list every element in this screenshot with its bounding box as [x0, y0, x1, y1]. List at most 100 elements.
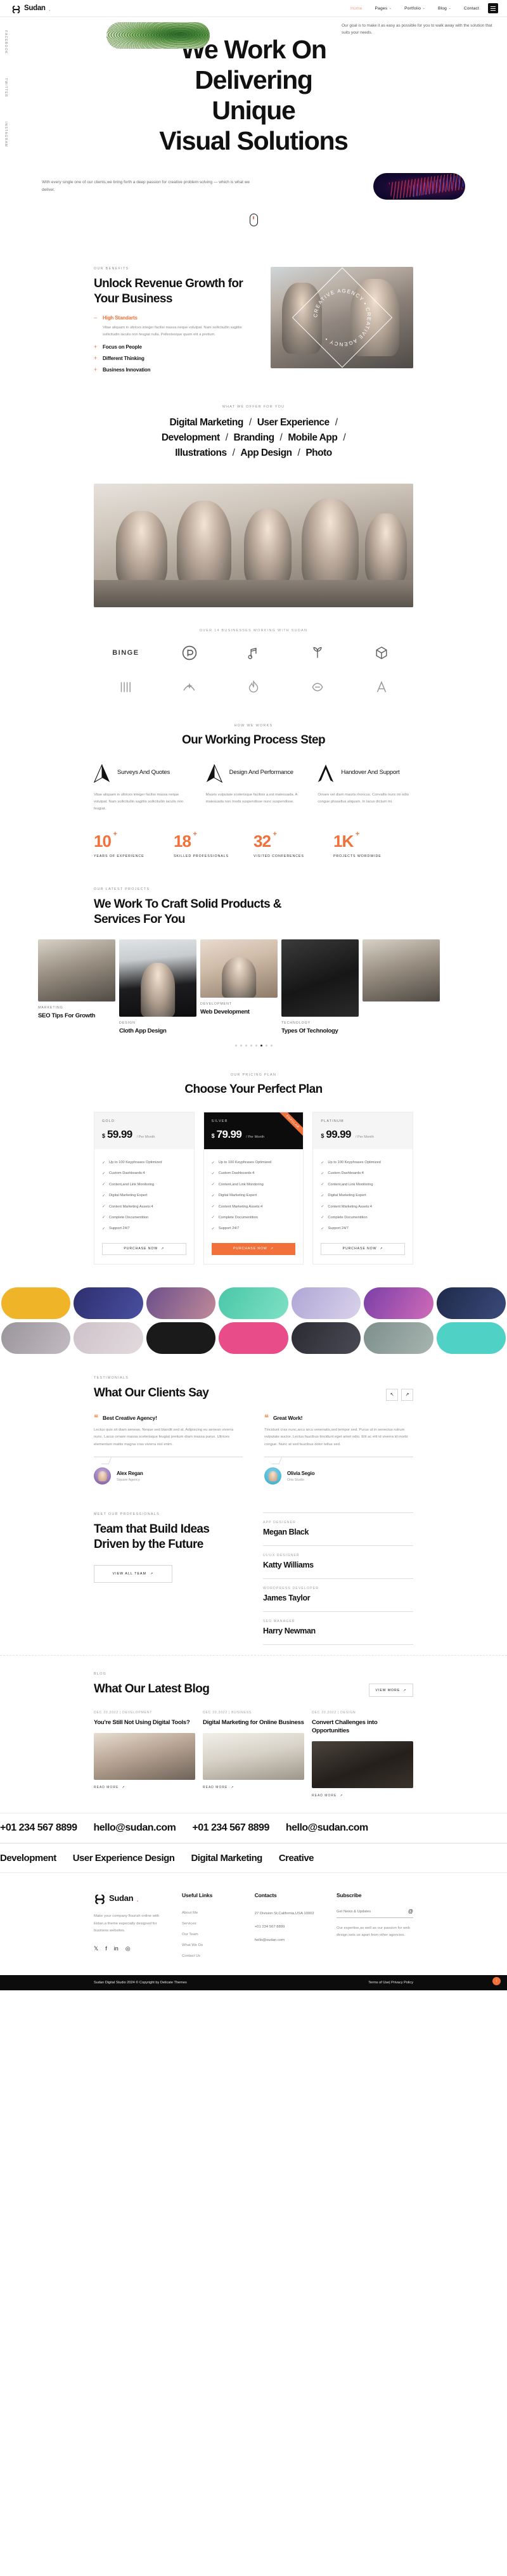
brands-eyebrow: OVER 14 BUSINESSES WORKING WITH SUDAN — [199, 628, 308, 633]
purchase-button-platinum[interactable]: PURCHASE NOW ↗ — [321, 1242, 405, 1255]
view-more-button[interactable]: VIEW MORE ↗ — [369, 1684, 413, 1697]
at-sign-icon[interactable]: @ — [408, 1909, 413, 1914]
carousel-dot[interactable] — [240, 1045, 242, 1047]
footer-link-what-we-do[interactable]: What We Do — [182, 1940, 243, 1950]
portfolio-card-title[interactable]: Web Development — [200, 1008, 278, 1015]
accordion-header[interactable]: + Business Innovation — [94, 366, 257, 373]
service-branding[interactable]: Branding — [234, 430, 275, 446]
nav-item-contact[interactable]: Contact — [464, 6, 479, 11]
subscribe-input[interactable] — [337, 1909, 408, 1914]
portfolio-card-title[interactable]: SEO Tips For Growth — [38, 1012, 115, 1019]
check-icon: ✓ — [102, 1183, 106, 1187]
portfolio-card[interactable]: TECHNOLOGY Types Of Technology — [281, 939, 359, 1034]
blog-card-title[interactable]: Convert Challenges into Opportunities — [312, 1718, 413, 1735]
marquee-service-development[interactable]: Development — [0, 1853, 56, 1864]
service-user-experience[interactable]: User Experience — [257, 415, 330, 430]
blog-card-title[interactable]: You're Still Not Using Digital Tools? — [94, 1718, 195, 1727]
brand-logo[interactable]: Sudan . — [11, 4, 51, 13]
blog-card[interactable]: DEC 20,2022 | DESIGN Convert Challenges … — [312, 1711, 413, 1798]
linkedin-icon[interactable]: in — [114, 1945, 119, 1952]
portfolio-card[interactable]: DESIGN Cloth App Design — [119, 939, 196, 1034]
blog-card-title[interactable]: Digital Marketing for Online Business — [203, 1718, 304, 1727]
footer-link-services[interactable]: Services — [182, 1918, 243, 1929]
team-member[interactable]: UI/UX DESIGNER Katty Williams — [263, 1545, 413, 1578]
read-more-link[interactable]: READ MORE ↗ — [94, 1786, 195, 1789]
marquee-phone[interactable]: +01 234 567 8899 — [192, 1822, 269, 1834]
accordion-header[interactable]: + Different Thinking — [94, 355, 257, 361]
marquee-phone[interactable]: +01 234 567 8899 — [0, 1822, 77, 1834]
carousel-dot[interactable] — [255, 1045, 257, 1047]
purchase-button-gold[interactable]: PURCHASE NOW ↗ — [102, 1242, 186, 1255]
carousel-dot[interactable] — [265, 1045, 267, 1047]
side-rail-instagram[interactable]: INSTAGRAM — [4, 122, 8, 147]
portfolio-card-title[interactable]: Cloth App Design — [119, 1027, 196, 1034]
team-member[interactable]: WORDPRESS DEVELOPER James Taylor — [263, 1578, 413, 1611]
blog-card[interactable]: DEC 20,2022 | BUSINESS Digital Marketing… — [203, 1711, 304, 1798]
facebook-icon[interactable]: f — [105, 1945, 107, 1952]
instagram-icon[interactable]: ◎ — [125, 1945, 131, 1952]
carousel-dot[interactable] — [234, 1045, 237, 1047]
blog-card[interactable]: DEC 20,2022 | DEVELOPMENT You're Still N… — [94, 1711, 195, 1798]
footer-link-about-me[interactable]: About Me — [182, 1907, 243, 1918]
read-more-link[interactable]: READ MORE ↗ — [312, 1794, 413, 1798]
portfolio-card-title[interactable]: Types Of Technology — [281, 1027, 359, 1034]
service-photo[interactable]: Photo — [305, 446, 332, 461]
carousel-dots[interactable] — [0, 1045, 507, 1047]
gallery-cell — [219, 1322, 288, 1354]
carousel-dot-active[interactable] — [260, 1045, 262, 1047]
purchase-button-silver[interactable]: PURCHASE NOW ↗ — [211, 1242, 296, 1255]
prev-button[interactable]: ↖ — [386, 1388, 398, 1401]
twitter-icon[interactable]: 𝕏 — [94, 1945, 98, 1952]
side-rail-facebook[interactable]: FACEBOOK — [4, 30, 8, 54]
check-icon: ✓ — [321, 1194, 324, 1198]
scroll-indicator[interactable] — [249, 213, 258, 226]
service-mobile-app[interactable]: Mobile App — [288, 430, 337, 446]
side-rail-twitter[interactable]: TWITTER — [4, 78, 8, 98]
nav-item-pages[interactable]: Pages ⌄ — [375, 6, 392, 11]
footer-description: Make your company flourish online with E… — [94, 1914, 160, 1933]
marquee-service-creative[interactable]: Creative — [279, 1853, 314, 1864]
accordion-item-different-thinking[interactable]: + Different Thinking — [94, 355, 257, 361]
service-illustrations[interactable]: Illustrations — [175, 446, 227, 461]
legal-links[interactable]: Terms of Use| Privacy Policy — [368, 1981, 413, 1985]
service-development[interactable]: Development — [162, 430, 220, 446]
accordion-header[interactable]: + Focus on People — [94, 344, 257, 350]
marquee-service-uxd[interactable]: User Experience Design — [73, 1853, 175, 1864]
purchase-label: PURCHASE NOW — [342, 1247, 377, 1251]
view-all-team-button[interactable]: VIEW ALL TEAM ↗ — [94, 1564, 172, 1583]
nav-item-portfolio[interactable]: Portfolio ⌄ — [404, 6, 425, 11]
carousel-dot[interactable] — [245, 1045, 247, 1047]
service-app-design[interactable]: App Design — [240, 446, 292, 461]
nav-item-blog[interactable]: Blog ⌄ — [438, 6, 451, 11]
site-header: Sudan . Home Pages ⌄ Portfolio ⌄ Blog ⌄ … — [0, 0, 507, 17]
nav-item-home[interactable]: Home — [350, 6, 362, 11]
accordion-item-high-standarts[interactable]: – High Standarts Vitae aliquam in ultric… — [94, 315, 257, 338]
accordion-item-focus-on-people[interactable]: + Focus on People — [94, 344, 257, 350]
footer-link-our-team[interactable]: Our Team — [182, 1929, 243, 1940]
hamburger-icon[interactable] — [488, 3, 498, 13]
footer-brand-logo[interactable]: Sudan . — [94, 1892, 170, 1905]
accordion-item-business-innovation[interactable]: + Business Innovation — [94, 366, 257, 373]
service-digital-marketing[interactable]: Digital Marketing — [169, 415, 243, 430]
team-member[interactable]: APP DESIGNER Megan Black — [263, 1512, 413, 1545]
team-member[interactable]: SEO MANAGER Harry Newman — [263, 1611, 413, 1645]
footer-email[interactable]: hello@sudan.com — [255, 1934, 325, 1947]
scroll-to-top-button[interactable]: ↑ — [492, 1977, 501, 1986]
gallery-cell — [291, 1322, 361, 1354]
next-button[interactable]: ↗ — [401, 1388, 413, 1401]
marquee-email[interactable]: hello@sudan.com — [286, 1822, 368, 1834]
carousel-dot[interactable] — [270, 1045, 273, 1047]
subscribe-form[interactable]: @ — [337, 1909, 413, 1919]
portfolio-card[interactable] — [363, 939, 440, 1034]
accordion-header[interactable]: – High Standarts — [94, 315, 257, 321]
carousel-dot[interactable] — [250, 1045, 252, 1047]
marquee-email[interactable]: hello@sudan.com — [93, 1822, 176, 1834]
footer-link-contact-us[interactable]: Contact Us — [182, 1950, 243, 1961]
read-more-link[interactable]: READ MORE ↗ — [203, 1786, 304, 1789]
marquee-service-digital-marketing[interactable]: Digital Marketing — [191, 1853, 262, 1864]
portfolio-card[interactable]: DEVELOPMENT Web Development — [200, 939, 278, 1034]
portfolio-card[interactable]: MARKETING SEO Tips For Growth — [38, 939, 115, 1034]
footer-phone[interactable]: +01 234 567 8899 — [255, 1921, 325, 1934]
portfolio-carousel[interactable]: MARKETING SEO Tips For Growth DESIGN Clo… — [0, 939, 507, 1034]
feature-label: Digital Marketing Expert — [328, 1194, 366, 1198]
